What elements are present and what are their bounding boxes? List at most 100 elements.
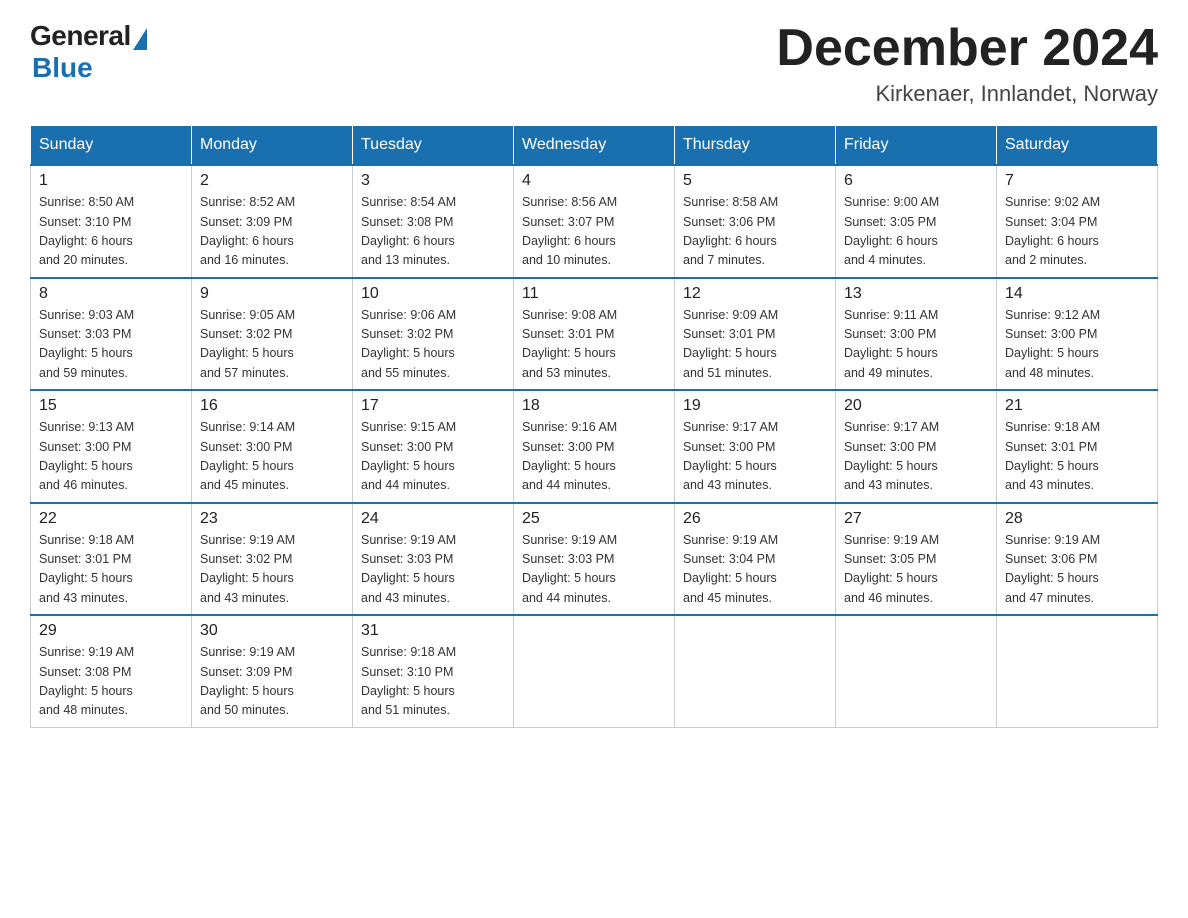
title-block: December 2024 Kirkenaer, Innlandet, Norw… (776, 20, 1158, 107)
day-info: Sunrise: 8:56 AMSunset: 3:07 PMDaylight:… (522, 193, 666, 271)
month-title: December 2024 (776, 20, 1158, 77)
day-number: 31 (361, 622, 505, 640)
calendar-cell: 4 Sunrise: 8:56 AMSunset: 3:07 PMDaylight… (514, 165, 675, 278)
day-number: 6 (844, 172, 988, 190)
calendar-cell: 2 Sunrise: 8:52 AMSunset: 3:09 PMDaylight… (192, 165, 353, 278)
day-info: Sunrise: 9:19 AMSunset: 3:09 PMDaylight:… (200, 643, 344, 721)
day-info: Sunrise: 9:19 AMSunset: 3:05 PMDaylight:… (844, 531, 988, 609)
calendar-cell: 16Sunrise: 9:14 AMSunset: 3:00 PMDayligh… (192, 390, 353, 503)
day-info: Sunrise: 9:13 AMSunset: 3:00 PMDaylight:… (39, 418, 183, 496)
calendar-cell (514, 615, 675, 727)
logo-blue-text: Blue (32, 52, 93, 84)
day-number: 11 (522, 285, 666, 303)
day-number: 22 (39, 510, 183, 528)
calendar-cell: 19 Sunrise: 9:17 AMSunset: 3:00 PMDayligh… (675, 390, 836, 503)
calendar-cell: 13 Sunrise: 9:11 AMSunset: 3:00 PMDayligh… (836, 278, 997, 391)
calendar-cell: 12Sunrise: 9:09 AMSunset: 3:01 PMDayligh… (675, 278, 836, 391)
day-number: 10 (361, 285, 505, 303)
day-info: Sunrise: 9:18 AMSunset: 3:01 PMDaylight:… (39, 531, 183, 609)
day-number: 3 (361, 172, 505, 190)
day-info: Sunrise: 9:00 AMSunset: 3:05 PMDaylight:… (844, 193, 988, 271)
location-title: Kirkenaer, Innlandet, Norway (776, 81, 1158, 107)
calendar-week-row: 8 Sunrise: 9:03 AMSunset: 3:03 PMDaylight… (31, 278, 1158, 391)
day-info: Sunrise: 9:05 AMSunset: 3:02 PMDaylight:… (200, 306, 344, 384)
day-number: 4 (522, 172, 666, 190)
day-info: Sunrise: 9:18 AMSunset: 3:01 PMDaylight:… (1005, 418, 1149, 496)
weekday-header-row: SundayMondayTuesdayWednesdayThursdayFrid… (31, 126, 1158, 166)
day-number: 17 (361, 397, 505, 415)
weekday-header-saturday: Saturday (997, 126, 1158, 166)
weekday-header-sunday: Sunday (31, 126, 192, 166)
day-number: 29 (39, 622, 183, 640)
day-info: Sunrise: 9:16 AMSunset: 3:00 PMDaylight:… (522, 418, 666, 496)
day-info: Sunrise: 9:03 AMSunset: 3:03 PMDaylight:… (39, 306, 183, 384)
calendar-cell: 25 Sunrise: 9:19 AMSunset: 3:03 PMDayligh… (514, 503, 675, 616)
calendar-week-row: 1 Sunrise: 8:50 AMSunset: 3:10 PMDaylight… (31, 165, 1158, 278)
day-number: 19 (683, 397, 827, 415)
day-number: 21 (1005, 397, 1149, 415)
logo-triangle-icon (133, 28, 147, 50)
calendar-cell: 31 Sunrise: 9:18 AMSunset: 3:10 PMDayligh… (353, 615, 514, 727)
calendar-cell: 28 Sunrise: 9:19 AMSunset: 3:06 PMDayligh… (997, 503, 1158, 616)
day-info: Sunrise: 9:19 AMSunset: 3:03 PMDaylight:… (522, 531, 666, 609)
calendar-cell: 22 Sunrise: 9:18 AMSunset: 3:01 PMDayligh… (31, 503, 192, 616)
day-number: 14 (1005, 285, 1149, 303)
page-header: General Blue December 2024 Kirkenaer, In… (30, 20, 1158, 107)
calendar-cell: 17 Sunrise: 9:15 AMSunset: 3:00 PMDayligh… (353, 390, 514, 503)
calendar-cell (675, 615, 836, 727)
calendar-cell: 8 Sunrise: 9:03 AMSunset: 3:03 PMDaylight… (31, 278, 192, 391)
day-info: Sunrise: 9:19 AMSunset: 3:03 PMDaylight:… (361, 531, 505, 609)
day-info: Sunrise: 9:19 AMSunset: 3:08 PMDaylight:… (39, 643, 183, 721)
day-number: 7 (1005, 172, 1149, 190)
day-info: Sunrise: 9:17 AMSunset: 3:00 PMDaylight:… (683, 418, 827, 496)
day-info: Sunrise: 9:19 AMSunset: 3:04 PMDaylight:… (683, 531, 827, 609)
day-info: Sunrise: 9:12 AMSunset: 3:00 PMDaylight:… (1005, 306, 1149, 384)
weekday-header-monday: Monday (192, 126, 353, 166)
day-info: Sunrise: 9:06 AMSunset: 3:02 PMDaylight:… (361, 306, 505, 384)
calendar-cell: 5Sunrise: 8:58 AMSunset: 3:06 PMDaylight… (675, 165, 836, 278)
calendar-cell: 24Sunrise: 9:19 AMSunset: 3:03 PMDayligh… (353, 503, 514, 616)
day-info: Sunrise: 8:50 AMSunset: 3:10 PMDaylight:… (39, 193, 183, 271)
day-number: 8 (39, 285, 183, 303)
calendar-cell: 15 Sunrise: 9:13 AMSunset: 3:00 PMDayligh… (31, 390, 192, 503)
day-info: Sunrise: 9:09 AMSunset: 3:01 PMDaylight:… (683, 306, 827, 384)
day-number: 26 (683, 510, 827, 528)
calendar-cell (836, 615, 997, 727)
day-number: 2 (200, 172, 344, 190)
calendar-cell: 29 Sunrise: 9:19 AMSunset: 3:08 PMDayligh… (31, 615, 192, 727)
day-number: 23 (200, 510, 344, 528)
day-info: Sunrise: 9:15 AMSunset: 3:00 PMDaylight:… (361, 418, 505, 496)
day-number: 20 (844, 397, 988, 415)
calendar-cell: 30 Sunrise: 9:19 AMSunset: 3:09 PMDayligh… (192, 615, 353, 727)
day-number: 16 (200, 397, 344, 415)
logo-general-text: General (30, 20, 131, 52)
day-info: Sunrise: 9:19 AMSunset: 3:06 PMDaylight:… (1005, 531, 1149, 609)
weekday-header-thursday: Thursday (675, 126, 836, 166)
calendar-cell: 6 Sunrise: 9:00 AMSunset: 3:05 PMDaylight… (836, 165, 997, 278)
day-info: Sunrise: 9:02 AMSunset: 3:04 PMDaylight:… (1005, 193, 1149, 271)
calendar-week-row: 15 Sunrise: 9:13 AMSunset: 3:00 PMDayligh… (31, 390, 1158, 503)
day-number: 13 (844, 285, 988, 303)
calendar-cell: 9Sunrise: 9:05 AMSunset: 3:02 PMDaylight… (192, 278, 353, 391)
day-number: 1 (39, 172, 183, 190)
day-info: Sunrise: 9:18 AMSunset: 3:10 PMDaylight:… (361, 643, 505, 721)
calendar-cell: 23Sunrise: 9:19 AMSunset: 3:02 PMDayligh… (192, 503, 353, 616)
day-info: Sunrise: 8:58 AMSunset: 3:06 PMDaylight:… (683, 193, 827, 271)
day-info: Sunrise: 8:52 AMSunset: 3:09 PMDaylight:… (200, 193, 344, 271)
calendar-cell: 14 Sunrise: 9:12 AMSunset: 3:00 PMDayligh… (997, 278, 1158, 391)
day-info: Sunrise: 9:08 AMSunset: 3:01 PMDaylight:… (522, 306, 666, 384)
calendar-cell: 21 Sunrise: 9:18 AMSunset: 3:01 PMDayligh… (997, 390, 1158, 503)
day-number: 15 (39, 397, 183, 415)
calendar-cell: 3Sunrise: 8:54 AMSunset: 3:08 PMDaylight… (353, 165, 514, 278)
day-number: 28 (1005, 510, 1149, 528)
calendar-week-row: 29 Sunrise: 9:19 AMSunset: 3:08 PMDayligh… (31, 615, 1158, 727)
weekday-header-tuesday: Tuesday (353, 126, 514, 166)
calendar-cell: 26 Sunrise: 9:19 AMSunset: 3:04 PMDayligh… (675, 503, 836, 616)
logo: General Blue (30, 20, 147, 84)
calendar-cell: 10 Sunrise: 9:06 AMSunset: 3:02 PMDayligh… (353, 278, 514, 391)
day-number: 30 (200, 622, 344, 640)
calendar-cell: 11 Sunrise: 9:08 AMSunset: 3:01 PMDayligh… (514, 278, 675, 391)
day-number: 25 (522, 510, 666, 528)
day-info: Sunrise: 9:11 AMSunset: 3:00 PMDaylight:… (844, 306, 988, 384)
day-info: Sunrise: 9:17 AMSunset: 3:00 PMDaylight:… (844, 418, 988, 496)
